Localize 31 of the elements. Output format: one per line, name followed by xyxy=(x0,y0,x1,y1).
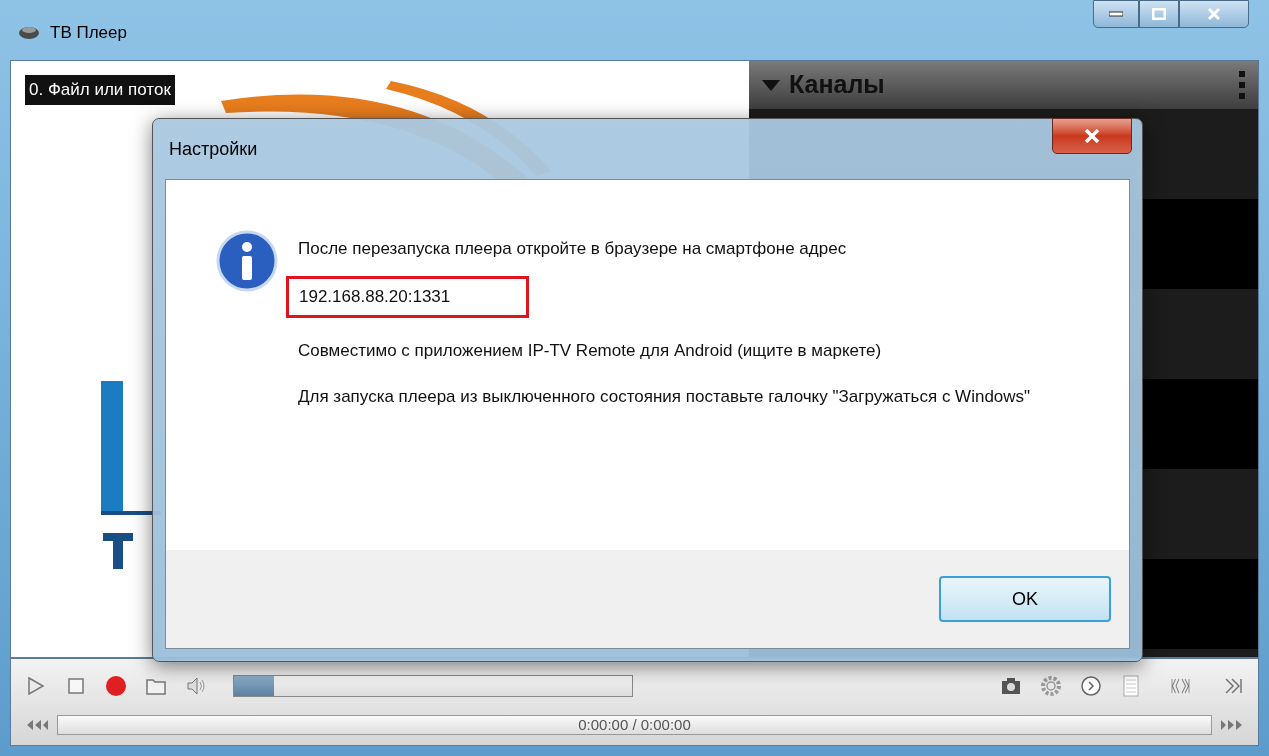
window-title: ТВ Плеер xyxy=(50,22,127,44)
dialog-title: Настройки xyxy=(169,137,258,161)
maximize-button[interactable] xyxy=(1139,0,1179,28)
dialog-close-button[interactable] xyxy=(1052,118,1132,154)
close-icon xyxy=(1207,8,1221,20)
stop-icon[interactable] xyxy=(65,675,87,697)
time-display: 0:00:00 / 0:00:00 xyxy=(578,714,691,735)
close-icon xyxy=(1084,129,1100,143)
speaker-icon[interactable] xyxy=(185,675,207,697)
maximize-icon xyxy=(1152,8,1166,20)
expand-toggle-icon[interactable] xyxy=(761,78,781,92)
minimize-icon xyxy=(1109,11,1123,17)
source-label[interactable]: 0. Файл или поток xyxy=(25,75,175,105)
close-button[interactable] xyxy=(1179,0,1249,28)
panel-title: Каналы xyxy=(789,69,885,101)
minimize-button[interactable] xyxy=(1093,0,1139,28)
camera-icon[interactable] xyxy=(1000,675,1022,697)
app-icon xyxy=(18,24,40,40)
dialog-paragraph: Совместимо с приложением IP-TV Remote для Android (ищите в маркете) xyxy=(298,340,883,362)
more-menu-icon[interactable] xyxy=(1238,70,1246,100)
record-icon[interactable] xyxy=(105,675,127,697)
seek-bar[interactable]: 0:00:00 / 0:00:00 xyxy=(57,715,1212,735)
volume-track[interactable] xyxy=(233,675,633,697)
dialog-paragraph: Для запуска плеера из выключенного состояния поставьте галочку "Загружаться с Windows" xyxy=(298,386,1032,408)
chevron-circle-icon[interactable] xyxy=(1080,675,1102,697)
address-text: 192.168.88.20:1331 xyxy=(286,276,529,318)
dialog-message: После перезапуска плеера откройте в браузере на смартфоне адрес xyxy=(298,238,848,260)
ok-button[interactable]: OK xyxy=(939,576,1111,622)
info-icon xyxy=(216,230,278,292)
settings-icon[interactable] xyxy=(1040,675,1062,697)
play-icon[interactable] xyxy=(25,675,47,697)
